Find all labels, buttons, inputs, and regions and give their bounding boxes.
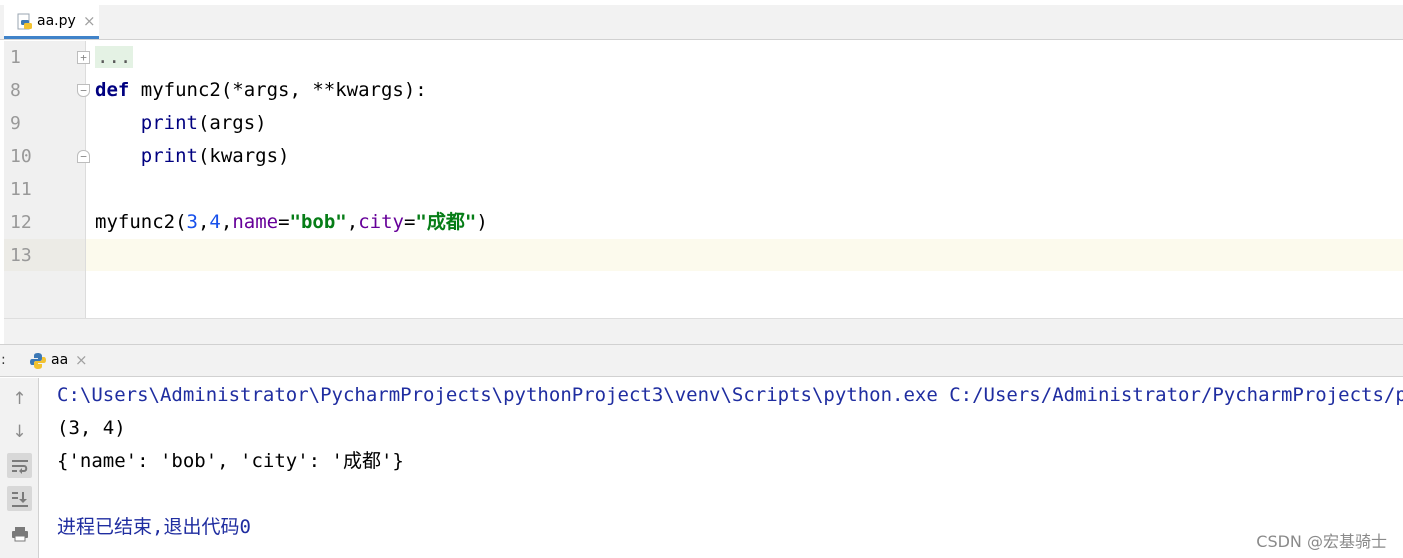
gutter-row: 12 xyxy=(4,206,85,239)
collapse-fold-icon[interactable]: − xyxy=(77,84,90,97)
code-line-9[interactable]: print(args) xyxy=(95,107,1395,140)
close-icon[interactable]: × xyxy=(83,12,96,30)
function-signature: myfunc2(*args, **kwargs): xyxy=(129,79,427,101)
line-number: 11 xyxy=(10,179,32,200)
comma: , xyxy=(197,211,210,233)
keyword-arg-name: city xyxy=(358,211,404,233)
run-console[interactable]: C:\Users\Administrator\PycharmProjects\p… xyxy=(40,378,1403,558)
comma: , xyxy=(346,211,359,233)
close-paren: ) xyxy=(476,211,488,233)
editor-tab-aa-py[interactable]: aa.py × xyxy=(4,5,99,39)
code-line-8[interactable]: def myfunc2(*args, **kwargs): xyxy=(95,74,1395,107)
editor-bottom-strip xyxy=(4,318,1403,344)
gutter-row: 8 − xyxy=(4,74,90,107)
code-line-1[interactable]: ... xyxy=(95,41,1395,74)
gutter-divider xyxy=(85,41,86,318)
run-tab-label: aa xyxy=(51,352,69,368)
run-tab-aa[interactable]: aa × xyxy=(26,345,94,376)
python-logo-icon xyxy=(29,352,47,370)
line-number: 1 xyxy=(10,47,21,68)
gutter-row: 1 + xyxy=(4,41,90,74)
run-side-toolbar: ↑ ↓ xyxy=(0,378,39,558)
scroll-to-end-icon[interactable] xyxy=(7,486,32,511)
line-number: 12 xyxy=(10,212,32,233)
run-tool-window-header: : aa × xyxy=(0,344,1403,377)
print-args: (args) xyxy=(197,112,267,134)
print-builtin: print xyxy=(140,112,198,134)
equals: = xyxy=(403,211,416,233)
expand-fold-icon[interactable]: + xyxy=(77,51,90,64)
line-number: 9 xyxy=(10,113,21,134)
code-line-13[interactable] xyxy=(95,239,1395,272)
number-literal: 4 xyxy=(209,211,221,233)
line-number: 13 xyxy=(10,245,32,266)
def-keyword: def xyxy=(95,79,130,101)
console-command-line[interactable]: C:\Users\Administrator\PycharmProjects\p… xyxy=(57,379,1403,412)
console-exit-message: 进程已结束,退出代码0 xyxy=(57,516,251,538)
string-literal: "成都" xyxy=(415,211,477,233)
close-icon[interactable]: × xyxy=(75,351,88,369)
gutter-row: 13 xyxy=(4,239,85,272)
code-editor[interactable]: 1 + 8 − 9 10 − 11 12 13 ... def myfunc2(… xyxy=(4,41,1403,318)
editor-tab-label: aa.py xyxy=(37,13,76,29)
down-arrow-icon[interactable]: ↓ xyxy=(7,419,32,444)
code-line-12[interactable]: myfunc2(3,4,name="bob",city="成都") xyxy=(95,206,1395,239)
code-line-11[interactable] xyxy=(95,173,1395,206)
csdn-watermark: CSDN @宏基骑士 xyxy=(1256,532,1387,551)
print-args: (kwargs) xyxy=(197,145,290,167)
call-name: myfunc2( xyxy=(95,211,187,233)
up-arrow-icon[interactable]: ↑ xyxy=(7,386,32,411)
code-line-10[interactable]: print(kwargs) xyxy=(95,140,1395,173)
line-number: 8 xyxy=(10,80,21,101)
python-file-icon xyxy=(16,13,34,31)
editor-tab-bar: aa.py × xyxy=(0,5,1403,40)
string-literal: "bob" xyxy=(289,211,347,233)
gutter-row: 10 − xyxy=(4,140,90,173)
keyword-arg-name: name xyxy=(232,211,279,233)
soft-wrap-icon[interactable] xyxy=(7,453,32,478)
fold-end-icon[interactable]: − xyxy=(77,150,90,163)
number-literal: 3 xyxy=(186,211,198,233)
gutter-row: 11 xyxy=(4,173,85,206)
console-output-line: (3, 4) xyxy=(57,417,126,439)
equals: = xyxy=(278,211,290,233)
collapsed-imports-placeholder[interactable]: ... xyxy=(95,46,134,68)
line-number: 10 xyxy=(10,146,32,167)
comma: , xyxy=(220,211,233,233)
print-builtin: print xyxy=(140,145,198,167)
console-output-line: {'name': 'bob', 'city': '成都'} xyxy=(57,450,404,472)
gutter-row: 9 xyxy=(4,107,85,140)
print-icon[interactable] xyxy=(7,521,32,546)
run-label-colon: : xyxy=(1,352,6,368)
